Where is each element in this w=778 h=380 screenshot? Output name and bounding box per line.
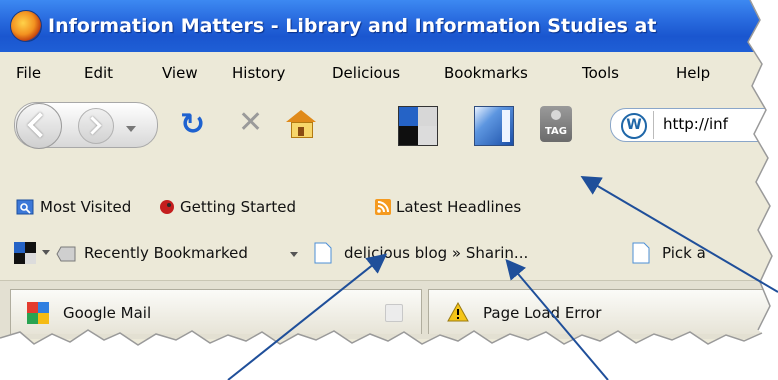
tab-google-mail[interactable]: Google Mail: [10, 289, 422, 334]
bookmarks-toolbar: Most Visited Getting Started Latest Head…: [0, 186, 778, 226]
forward-icon[interactable]: [78, 108, 114, 144]
delicious-dropdown-icon[interactable]: [42, 250, 50, 255]
menu-history[interactable]: History: [232, 64, 285, 82]
bookmark-most-visited[interactable]: Most Visited: [40, 198, 131, 216]
bookmark-pick-a[interactable]: Pick a: [662, 244, 706, 262]
delicious-bookmarks-icon[interactable]: [398, 106, 438, 146]
menu-view[interactable]: View: [162, 64, 198, 82]
history-dropdown-icon[interactable]: [126, 126, 136, 132]
tab-bar: Google Mail Page Load Error: [0, 280, 778, 339]
menu-bookmarks[interactable]: Bookmarks: [444, 64, 528, 82]
tag-icon[interactable]: TAG: [540, 106, 572, 142]
browser-window: Information Matters - Library and Inform…: [0, 0, 778, 345]
delicious-toolbar: Recently Bookmarked delicious blog » Sha…: [0, 226, 778, 280]
bookmark-latest-headlines[interactable]: Latest Headlines: [396, 198, 521, 216]
most-visited-icon: [16, 199, 34, 215]
menu-help[interactable]: Help: [676, 64, 710, 82]
firefox-logo-icon: [10, 10, 42, 42]
tab-page-load-error[interactable]: Page Load Error: [428, 289, 778, 334]
tab-label: Google Mail: [63, 304, 152, 322]
menu-bar: File Edit View History Delicious Bookmar…: [0, 52, 778, 92]
bookmark-delicious-blog[interactable]: delicious blog » Sharin...: [344, 244, 528, 262]
home-icon[interactable]: [286, 110, 320, 140]
rss-icon: [375, 199, 391, 215]
back-icon[interactable]: [16, 103, 62, 149]
title-bar: Information Matters - Library and Inform…: [0, 0, 778, 52]
delicious-sidebar-icon[interactable]: [474, 106, 514, 146]
recently-bookmarked-dropdown-icon[interactable]: [290, 252, 298, 257]
tag-label-icon: [56, 246, 76, 262]
url-bar[interactable]: W http://inf: [610, 108, 778, 142]
page-icon: [314, 242, 332, 264]
google-icon: [27, 302, 49, 324]
window-title: Information Matters - Library and Inform…: [48, 15, 657, 37]
menu-edit[interactable]: Edit: [84, 64, 113, 82]
warning-icon: [447, 302, 469, 322]
page-icon: [632, 242, 650, 264]
menu-file[interactable]: File: [16, 64, 41, 82]
bookmark-getting-started[interactable]: Getting Started: [180, 198, 296, 216]
wordpress-icon: W: [621, 113, 647, 139]
delicious-logo-icon[interactable]: [14, 242, 36, 264]
recently-bookmarked-menu[interactable]: Recently Bookmarked: [84, 244, 248, 262]
url-text[interactable]: http://inf: [663, 115, 728, 133]
reload-icon[interactable]: ↻: [180, 110, 210, 140]
tab-label: Page Load Error: [483, 304, 602, 322]
navigation-toolbar: ↻ ✕ TAG W http://inf: [0, 92, 778, 156]
getting-started-icon: [160, 200, 174, 214]
menu-delicious[interactable]: Delicious: [332, 64, 400, 82]
menu-tools[interactable]: Tools: [582, 64, 619, 82]
close-tab-icon[interactable]: [385, 304, 403, 322]
stop-icon[interactable]: ✕: [238, 108, 263, 138]
